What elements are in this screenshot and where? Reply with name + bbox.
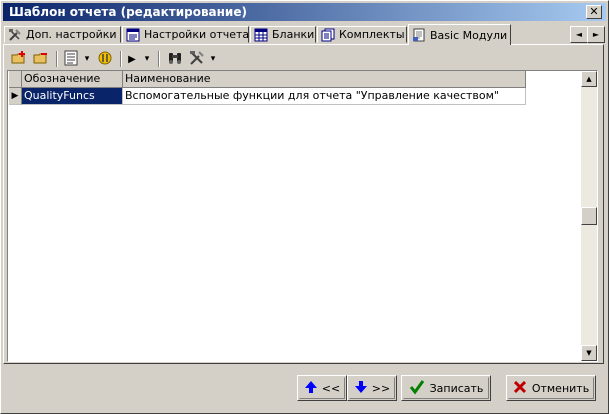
find-button[interactable] bbox=[166, 50, 184, 68]
tab-basic-modules[interactable]: Basic Модули bbox=[408, 24, 511, 45]
column-header-code[interactable]: Обозначение bbox=[22, 71, 123, 88]
properties-button[interactable] bbox=[62, 50, 80, 68]
toolbar-separator bbox=[120, 51, 122, 67]
grid-icon bbox=[254, 28, 268, 42]
binoculars-icon bbox=[167, 50, 183, 69]
toolbar: ▾ ▶ ▾ ▾ bbox=[6, 48, 306, 70]
tab-extra-settings[interactable]: Доп. настройки bbox=[4, 26, 121, 43]
scroll-up-button[interactable]: ▲ bbox=[581, 71, 597, 87]
save-button[interactable]: Записать bbox=[401, 375, 491, 401]
sets-icon bbox=[321, 28, 335, 42]
row-indicator-header bbox=[9, 71, 22, 88]
tools-dropdown[interactable]: ▾ bbox=[208, 50, 218, 68]
add-folder-icon bbox=[11, 50, 27, 69]
run-button[interactable]: ▶ bbox=[124, 50, 140, 68]
tab-label: Доп. настройки bbox=[26, 28, 117, 41]
remove-folder-icon bbox=[33, 50, 49, 69]
previous-button[interactable]: << bbox=[297, 375, 347, 401]
close-button[interactable]: ✕ bbox=[586, 5, 602, 19]
delete-row-button[interactable] bbox=[32, 50, 50, 68]
script-icon bbox=[97, 50, 113, 69]
tools-icon bbox=[8, 28, 22, 42]
cancel-button[interactable]: Отменить bbox=[506, 375, 596, 401]
list-icon bbox=[63, 50, 79, 69]
edit-script-button[interactable] bbox=[96, 50, 114, 68]
tab-label: Basic Модули bbox=[430, 28, 508, 42]
vertical-scrollbar[interactable]: ▲ ▼ bbox=[581, 71, 597, 361]
tab-label: Комплекты bbox=[339, 28, 405, 41]
tab-strip: Доп. настройки Настройки отчета Бланки К… bbox=[4, 24, 511, 45]
row-indicator: ▶ bbox=[9, 88, 22, 105]
add-row-button[interactable] bbox=[10, 50, 28, 68]
tools-button[interactable] bbox=[188, 50, 206, 68]
tab-label: Бланки bbox=[272, 28, 315, 41]
tab-sets[interactable]: Комплекты bbox=[317, 26, 407, 43]
cell-name[interactable]: Вспомогательные функции для отчета "Упра… bbox=[123, 88, 526, 105]
next-button[interactable]: >> bbox=[347, 375, 397, 401]
module-icon bbox=[412, 28, 426, 42]
toolbar-separator bbox=[56, 51, 58, 67]
tab-report-settings[interactable]: Настройки отчета bbox=[122, 26, 249, 43]
column-header-name[interactable]: Наименование bbox=[123, 71, 526, 88]
scroll-thumb[interactable] bbox=[581, 207, 597, 225]
tab-scroll-right-button[interactable]: ► bbox=[587, 26, 605, 43]
toolbar-separator bbox=[158, 51, 160, 67]
tab-scroll-left-button[interactable]: ◄ bbox=[570, 26, 588, 43]
tab-label: Настройки отчета bbox=[144, 28, 250, 41]
report-settings-icon bbox=[126, 28, 140, 42]
cell-code[interactable]: QualityFuncs bbox=[22, 88, 123, 105]
tools-icon bbox=[189, 50, 205, 69]
properties-dropdown[interactable]: ▾ bbox=[82, 50, 92, 68]
window-title: Шаблон отчета (редактирование) bbox=[9, 5, 247, 19]
scroll-down-button[interactable]: ▼ bbox=[581, 345, 597, 361]
tab-forms[interactable]: Бланки bbox=[250, 26, 316, 43]
run-dropdown[interactable]: ▾ bbox=[142, 50, 152, 68]
modules-grid[interactable]: Обозначение Наименование ▶ QualityFuncs … bbox=[7, 70, 598, 362]
play-icon: ▶ bbox=[128, 53, 136, 65]
title-bar: Шаблон отчета (редактирование) ✕ bbox=[3, 3, 606, 21]
